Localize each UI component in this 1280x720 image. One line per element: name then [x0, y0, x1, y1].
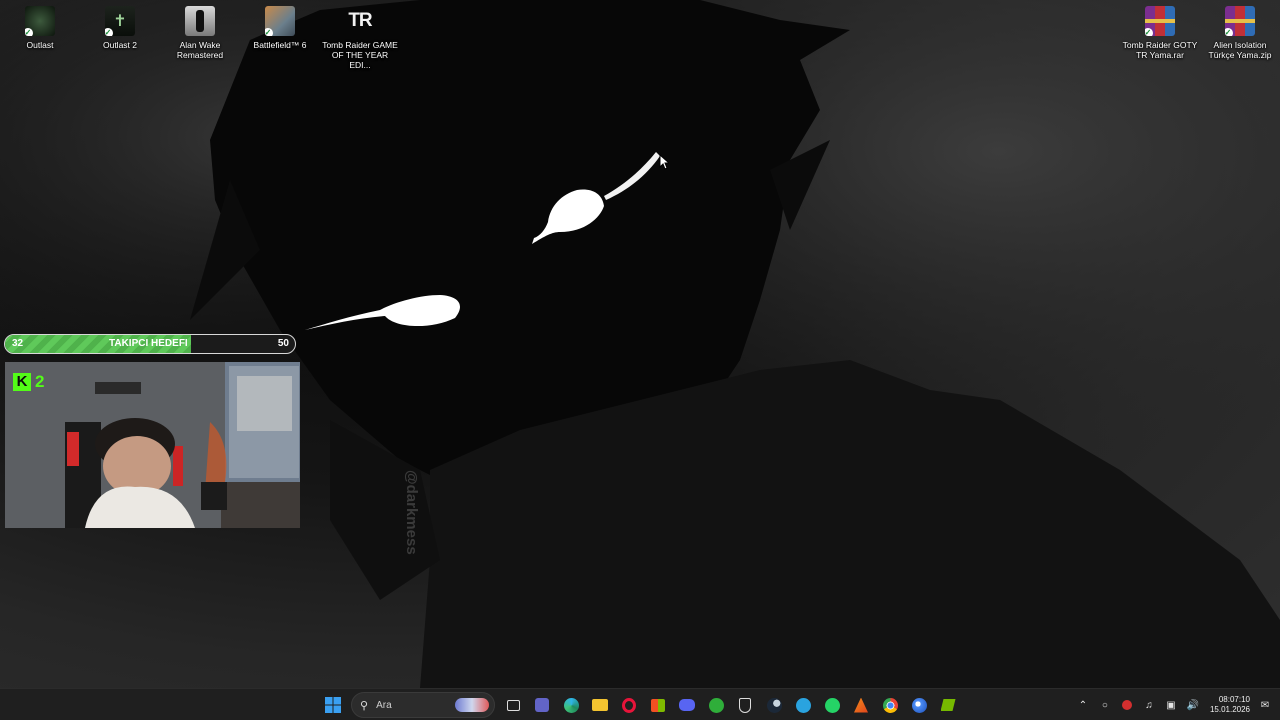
teams-button[interactable]	[529, 692, 555, 718]
desktop-icon-label: Alan Wake Remastered	[176, 40, 224, 60]
wallpaper-watermark: @darkmess	[403, 470, 420, 555]
mouse-cursor-icon	[659, 154, 669, 170]
task-view-button[interactable]	[500, 692, 526, 718]
clock-date: 15.01.2026	[1209, 705, 1250, 714]
webcam-overlay: K 2	[5, 362, 300, 528]
task-view-icon	[506, 699, 520, 711]
show-hidden-icons-chevron-up-icon[interactable]: ⌃	[1076, 698, 1090, 712]
sync-check-icon: ✓	[1145, 28, 1153, 36]
epic-games-button[interactable]	[732, 692, 758, 718]
browser-icon	[911, 697, 927, 713]
winrar-archive-icon: ✓	[1145, 6, 1175, 36]
follower-goal-bar: 32 TAKIPCI HEDEFI 50	[4, 334, 296, 354]
desktop-icon-label: Outlast	[26, 40, 54, 50]
epic-games-icon	[739, 697, 751, 713]
taskbar: ⚲ Ara ⌃ ○ ♫ ▣ 🔊 08:07:10 15.01.2026 ✉	[0, 688, 1280, 720]
recording-app-icon[interactable]	[1120, 698, 1134, 712]
taskbar-search-box[interactable]: ⚲ Ara	[351, 692, 495, 718]
desktop-icon-alan-wake-remastered[interactable]: Alan Wake Remastered	[161, 6, 239, 60]
edge-button[interactable]	[558, 692, 584, 718]
desktop-icon-alien-isolation-yama[interactable]: ✓ Alien Isolation Türkçe Yama.zip	[1201, 6, 1279, 60]
battlefield-icon: ✓	[265, 6, 295, 36]
webcam-scene	[5, 362, 300, 528]
microphone-icon[interactable]: ♫	[1142, 698, 1156, 712]
desktop-icon-battlefield-6[interactable]: ✓ Battlefield™ 6	[241, 6, 319, 50]
file-explorer-button[interactable]	[587, 692, 613, 718]
opera-gx-icon	[622, 697, 636, 713]
file-explorer-icon	[592, 699, 608, 711]
winrar-archive-icon: ✓	[1225, 6, 1255, 36]
chrome-button[interactable]	[877, 692, 903, 718]
desktop-icon-tomb-raider-goty[interactable]: TR Tomb Raider GAME OF THE YEAR EDI...	[321, 6, 399, 70]
desktop-icon-tomb-raider-goty-tr-yama[interactable]: ✓ Tomb Raider GOTY TR Yama.rar	[1121, 6, 1199, 60]
search-highlight-icon	[455, 698, 489, 712]
start-button[interactable]	[320, 692, 346, 718]
edge-icon	[563, 697, 579, 713]
outlast-icon: ✓	[25, 6, 55, 36]
microsoft-store-icon	[651, 698, 665, 712]
desktop-icon-outlast-2[interactable]: ✝ ✓ Outlast 2	[81, 6, 159, 50]
clock-time: 08:07:10	[1218, 695, 1250, 704]
office-icon	[854, 697, 868, 713]
steam-icon	[766, 697, 782, 713]
telegram-icon	[795, 697, 811, 713]
browser-button[interactable]	[906, 692, 932, 718]
xbox-button[interactable]	[703, 692, 729, 718]
sync-check-icon: ✓	[25, 28, 33, 36]
nvidia-button[interactable]	[935, 692, 961, 718]
office-button[interactable]	[848, 692, 874, 718]
desktop-icon-label: Tomb Raider GAME OF THE YEAR EDI...	[322, 40, 398, 70]
tomb-raider-icon: TR	[348, 10, 372, 31]
desktop-icon-label: Tomb Raider GOTY TR Yama.rar	[1122, 40, 1198, 60]
teams-icon	[535, 698, 549, 712]
goal-target-count: 50	[277, 338, 289, 349]
telegram-button[interactable]	[790, 692, 816, 718]
sync-check-icon: ✓	[1225, 28, 1233, 36]
xbox-icon	[708, 697, 724, 713]
kick-viewer-count: 2	[35, 372, 45, 391]
desktop-icon-label: Outlast 2	[102, 40, 138, 50]
search-icon: ⚲	[360, 699, 369, 712]
whatsapp-icon	[824, 697, 840, 713]
system-tray: ⌃ ○ ♫ ▣ 🔊 08:07:10 15.01.2026 ✉	[1076, 689, 1272, 720]
taskbar-center: ⚲ Ara	[320, 691, 961, 719]
search-placeholder: Ara	[376, 699, 392, 711]
kick-logo-icon: K	[13, 373, 31, 391]
sync-check-icon: ✓	[105, 28, 113, 36]
discord-button[interactable]	[674, 692, 700, 718]
windows-logo-icon	[325, 697, 341, 713]
whatsapp-button[interactable]	[819, 692, 845, 718]
kick-viewer-badge: K 2	[13, 372, 44, 392]
desktop-icon-label: Battlefield™ 6	[253, 40, 307, 50]
outlast-2-icon: ✝ ✓	[105, 6, 135, 36]
steam-button[interactable]	[761, 692, 787, 718]
sync-check-icon: ✓	[265, 28, 273, 36]
goal-current-count: 32	[12, 338, 24, 349]
discord-icon	[679, 699, 695, 711]
opera-gx-button[interactable]	[616, 692, 642, 718]
chrome-icon	[882, 697, 898, 713]
goal-title: TAKIPCI HEDEFI	[109, 338, 188, 349]
sync-icon[interactable]: ○	[1098, 698, 1112, 712]
microsoft-store-button[interactable]	[645, 692, 671, 718]
nvidia-icon	[940, 699, 956, 711]
taskbar-clock[interactable]: 08:07:10 15.01.2026	[1210, 695, 1250, 715]
volume-icon[interactable]: 🔊	[1186, 698, 1200, 712]
desktop-icon-label: Alien Isolation Türkçe Yama.zip	[1208, 40, 1272, 60]
desktop-icon-outlast[interactable]: ✓ Outlast	[1, 6, 79, 50]
alan-wake-icon	[185, 6, 215, 36]
notification-bell-icon[interactable]: ✉	[1258, 698, 1272, 712]
network-icon[interactable]: ▣	[1164, 698, 1178, 712]
